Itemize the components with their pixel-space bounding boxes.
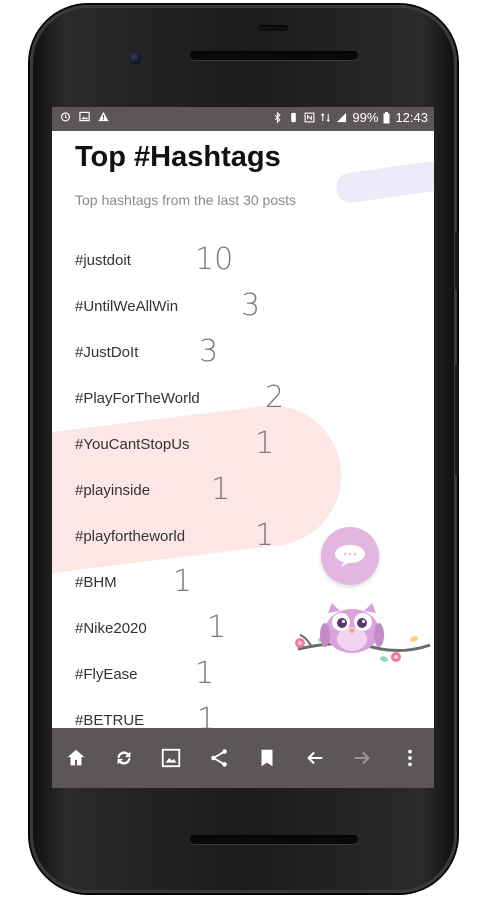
app-screen: 99% 12:43 Top #Hashtags Top hashtags fro…: [52, 107, 434, 788]
warning-icon: [98, 111, 109, 122]
speech-bubble-icon: [335, 545, 365, 567]
home-icon: [67, 749, 85, 766]
bookmark-icon: [261, 749, 273, 767]
hashtag-label: #Nike2020: [75, 620, 147, 637]
bluetooth-icon: [275, 112, 281, 123]
vibrate-icon: [291, 112, 297, 123]
share-button[interactable]: [205, 744, 233, 772]
hashtag-count: 1: [207, 610, 227, 645]
hashtag-count: 2: [265, 380, 285, 415]
earpiece-speaker: [190, 51, 358, 60]
image-notification-icon: [79, 111, 90, 122]
hashtag-label: #BHM: [75, 574, 117, 591]
forward-button[interactable]: [348, 744, 376, 772]
forward-arrow-icon: [355, 751, 371, 765]
more-vert-icon: [408, 749, 412, 767]
bottom-nav-bar: [52, 728, 434, 788]
more-options-button[interactable]: [396, 744, 424, 772]
bookmark-button[interactable]: [253, 744, 281, 772]
image-icon: [162, 748, 181, 768]
hashtag-label: #justdoit: [75, 252, 131, 269]
hashtag-label: #JustDoIt: [75, 344, 139, 361]
back-arrow-icon: [306, 751, 322, 765]
network-icon: [321, 113, 331, 122]
page-subtitle: Top hashtags from the last 30 posts: [75, 192, 297, 208]
hashtag-list-view[interactable]: Top #Hashtags Top hashtags from the last…: [52, 131, 434, 728]
page-title: Top #Hashtags: [75, 141, 281, 173]
battery-icon: [383, 111, 390, 123]
image-button[interactable]: [157, 744, 185, 772]
hashtag-count: 10: [195, 242, 234, 277]
bottom-speaker: [190, 835, 358, 844]
status-time: 12:43: [395, 110, 428, 125]
battery-percent: 99%: [352, 110, 379, 125]
status-bar: 99% 12:43: [52, 107, 434, 131]
decorative-lavender-shape: [334, 159, 434, 205]
hashtag-label: #PlayForTheWorld: [75, 390, 200, 407]
power-button: [455, 365, 459, 475]
nfc-icon: [304, 112, 315, 123]
hashtag-count: 1: [197, 702, 217, 728]
home-button[interactable]: [62, 744, 90, 772]
hashtag-count: 1: [173, 564, 193, 599]
top-sensor-slot: [258, 25, 288, 31]
signal-icon: [337, 112, 347, 123]
front-camera: [129, 52, 141, 64]
hashtag-label: #UntilWeAllWin: [75, 298, 179, 315]
volume-button: [455, 232, 459, 290]
chat-bubble-button[interactable]: [321, 527, 379, 585]
hashtag-count: 1: [255, 426, 275, 461]
hashtag-label: #playinside: [75, 482, 151, 499]
refresh-icon: [117, 751, 131, 765]
hashtag-count: 1: [195, 656, 215, 691]
refresh-button[interactable]: [110, 744, 138, 772]
hashtag-count: 1: [211, 472, 231, 507]
hashtag-count: 1: [255, 518, 275, 553]
hashtag-count: 3: [241, 288, 261, 323]
hashtag-label: #FlyEase: [75, 666, 138, 683]
hashtag-count: 3: [199, 334, 219, 369]
alarm-icon: [60, 112, 71, 122]
back-button[interactable]: [301, 744, 329, 772]
share-icon: [211, 749, 227, 767]
hashtag-label: #YouCantStopUs: [75, 436, 190, 453]
hashtag-label: #BETRUE: [75, 712, 145, 728]
hashtag-label: #playfortheworld: [75, 528, 186, 545]
owl-mascot-icon: [295, 603, 431, 662]
